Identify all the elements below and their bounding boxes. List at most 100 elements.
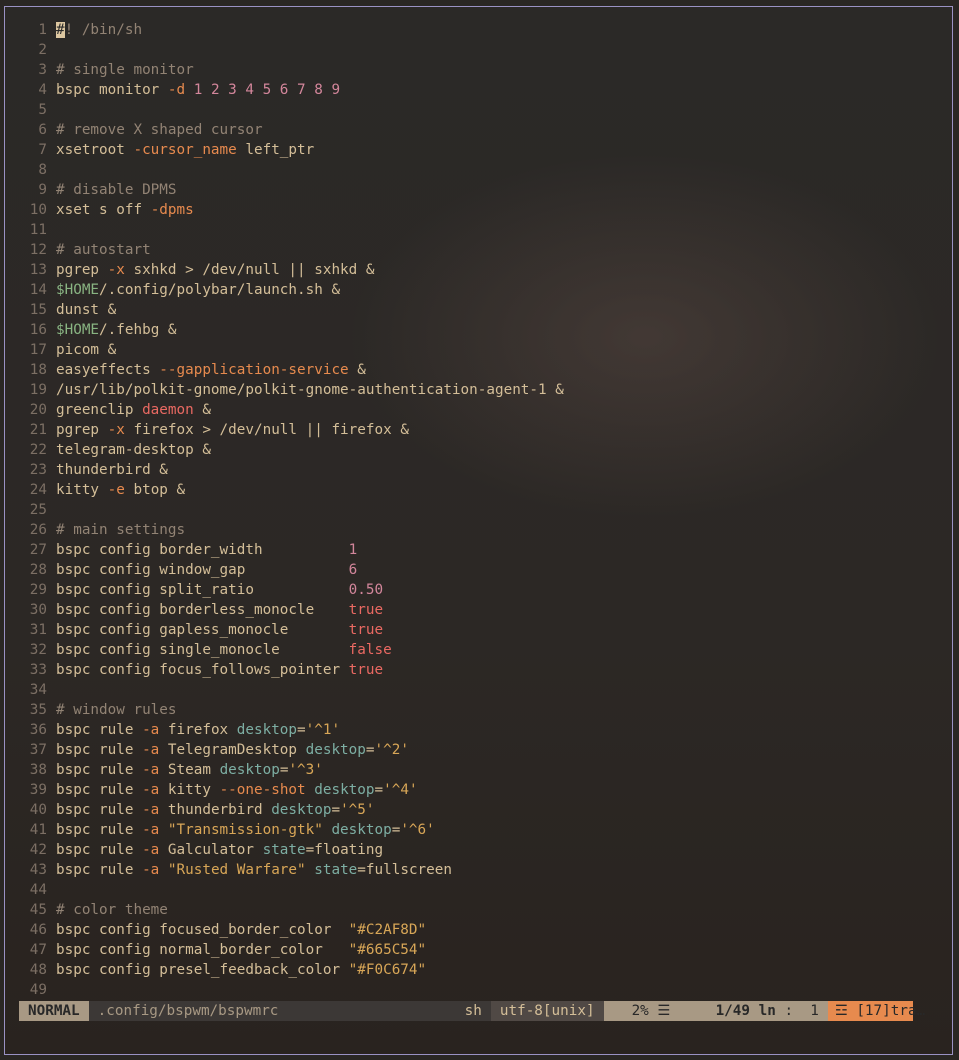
- code-line[interactable]: 26 # main settings: [19, 520, 939, 540]
- code-line[interactable]: 6 # remove X shaped cursor: [19, 120, 939, 140]
- code-token: -a: [142, 742, 160, 758]
- code-line[interactable]: 27 bspc config border_width 1: [19, 540, 939, 560]
- code-line[interactable]: 10 xset s off -dpms: [19, 200, 939, 220]
- code-token: bspc rule: [56, 722, 143, 738]
- code-line[interactable]: 9 # disable DPMS: [19, 180, 939, 200]
- line-number: 47: [29, 942, 47, 958]
- whitespace-warning: ☲ [17]tra…: [827, 1001, 925, 1021]
- code-token: '^4': [383, 782, 418, 798]
- code-line[interactable]: 22 telegram-desktop &: [19, 440, 939, 460]
- code-line[interactable]: 3 # single monitor: [19, 60, 939, 80]
- code-token: bspc config single_monocle: [56, 642, 349, 658]
- code-line[interactable]: 15 dunst &: [19, 300, 939, 320]
- code-line[interactable]: 38 bspc rule -a Steam desktop='^3': [19, 760, 939, 780]
- code-line[interactable]: 36 bspc rule -a firefox desktop='^1': [19, 720, 939, 740]
- terminal-window: 1 #! /bin/sh 2 3 # single monitor 4 bspc monit…: [4, 6, 953, 1055]
- code-line[interactable]: 40 bspc rule -a thunderbird desktop='^5': [19, 800, 939, 820]
- line-number: 10: [29, 202, 47, 218]
- code-line[interactable]: 42 bspc rule -a Galculator state=floating: [19, 840, 939, 860]
- code-token: btop &: [124, 482, 186, 498]
- code-line[interactable]: 23 thunderbird &: [19, 460, 939, 480]
- line-number: 42: [29, 842, 47, 858]
- code-token: true: [348, 602, 384, 618]
- code-line[interactable]: 33 bspc config focus_follows_pointer true: [19, 660, 939, 680]
- code-token: kitty: [159, 782, 220, 798]
- line-number: 15: [29, 302, 47, 318]
- code-token: left_ptr: [236, 142, 315, 158]
- code-line[interactable]: 35 # window rules: [19, 700, 939, 720]
- code-line[interactable]: 45 # color theme: [19, 900, 939, 920]
- code-token: Galculator: [159, 842, 263, 858]
- line-number: 17: [29, 342, 47, 358]
- code-token: # color theme: [56, 902, 168, 918]
- code-line[interactable]: 18 easyeffects --gapplication-service &: [19, 360, 939, 380]
- code-token: desktop: [305, 742, 366, 758]
- line-count: 1/49: [715, 1003, 750, 1019]
- code-token: desktop: [236, 722, 298, 738]
- code-line[interactable]: 39 bspc rule -a kitty --one-shot desktop=…: [19, 780, 939, 800]
- code-line[interactable]: 46 bspc config focused_border_color "#C2A…: [19, 920, 939, 940]
- code-line[interactable]: 19/usr/lib/polkit-gnome/polkit-gnome-aut…: [19, 380, 939, 400]
- code-line[interactable]: 44: [19, 880, 939, 900]
- code-line[interactable]: 13 pgrep -x sxhkd > /dev/null || sxhkd &: [19, 260, 939, 280]
- code-token: true: [348, 662, 384, 678]
- code-line[interactable]: 37 bspc rule -a TelegramDesktop desktop='…: [19, 740, 939, 760]
- code-token: pgrep: [56, 262, 108, 278]
- code-line[interactable]: 28 bspc config window_gap 6: [19, 560, 939, 580]
- warning-icon: ☲: [834, 1003, 848, 1019]
- col-separator: :: [784, 1003, 794, 1019]
- code-line[interactable]: 14 $HOME/.config/polybar/launch.sh &: [19, 280, 939, 300]
- code-line[interactable]: 17 picom &: [19, 340, 939, 360]
- code-token: sxhkd > /dev/null || sxhkd &: [124, 262, 375, 278]
- code-line[interactable]: 48 bspc config presel_feedback_color "#F0…: [19, 960, 939, 980]
- code-token: xsetroot: [56, 142, 134, 158]
- code-token: bspc rule: [56, 862, 143, 878]
- code-line[interactable]: 43 bspc rule -a "Rusted Warfare" state=fu…: [19, 860, 939, 880]
- code-line[interactable]: 29 bspc config split_ratio 0.50: [19, 580, 939, 600]
- code-line[interactable]: 16 $HOME/.fehbg &: [19, 320, 939, 340]
- code-token: '^3': [288, 762, 323, 778]
- code-line[interactable]: 7 xsetroot -cursor_name left_ptr: [19, 140, 939, 160]
- code-token: -a: [142, 862, 160, 878]
- code-line[interactable]: 49: [19, 980, 939, 1000]
- code-line[interactable]: 20 greenclip daemon &: [19, 400, 939, 420]
- code-token: =floating: [305, 842, 384, 858]
- code-token: thunderbird &: [56, 462, 168, 478]
- line-number: 43: [29, 862, 47, 878]
- code-token: -a: [142, 782, 160, 798]
- code-line[interactable]: 32 bspc config single_monocle false: [19, 640, 939, 660]
- code-token: greenclip: [56, 402, 143, 418]
- code-line[interactable]: 24 kitty -e btop &: [19, 480, 939, 500]
- code-token: "#C2AF8D": [348, 922, 427, 938]
- code-line[interactable]: 25: [19, 500, 939, 520]
- code-line[interactable]: 21 pgrep -x firefox > /dev/null || firefo…: [19, 420, 939, 440]
- editor-buffer[interactable]: 1 #! /bin/sh 2 3 # single monitor 4 bspc monit…: [19, 20, 939, 1000]
- code-token: state: [314, 862, 358, 878]
- code-line[interactable]: 2: [19, 40, 939, 60]
- code-token: '^6': [400, 822, 435, 838]
- code-line[interactable]: 11: [19, 220, 939, 240]
- code-token: bspc rule: [56, 842, 143, 858]
- code-token: '^5': [340, 802, 375, 818]
- code-token: $HOME: [56, 282, 100, 298]
- code-line[interactable]: 30 bspc config borderless_monocle true: [19, 600, 939, 620]
- code-line[interactable]: 5: [19, 100, 939, 120]
- line-number: 3: [38, 62, 47, 78]
- file-path: .config/bspwm/bspwmrc: [88, 1001, 465, 1021]
- code-line[interactable]: 34: [19, 680, 939, 700]
- code-line[interactable]: 47 bspc config normal_border_color "#665C…: [19, 940, 939, 960]
- line-number: 6: [38, 122, 47, 138]
- column-value: 1: [810, 1003, 819, 1019]
- code-line[interactable]: 12 # autostart: [19, 240, 939, 260]
- code-line[interactable]: 1 #! /bin/sh: [19, 20, 939, 40]
- code-token: Steam: [159, 762, 220, 778]
- code-line[interactable]: 4 bspc monitor -d 1 2 3 4 5 6 7 8 9: [19, 80, 939, 100]
- code-line[interactable]: 41 bspc rule -a "Transmission-gtk" deskto…: [19, 820, 939, 840]
- code-line[interactable]: 8: [19, 160, 939, 180]
- code-line[interactable]: 31 bspc config gapless_monocle true: [19, 620, 939, 640]
- line-number: 12: [29, 242, 47, 258]
- code-token: bspc config normal_border_color: [56, 942, 349, 958]
